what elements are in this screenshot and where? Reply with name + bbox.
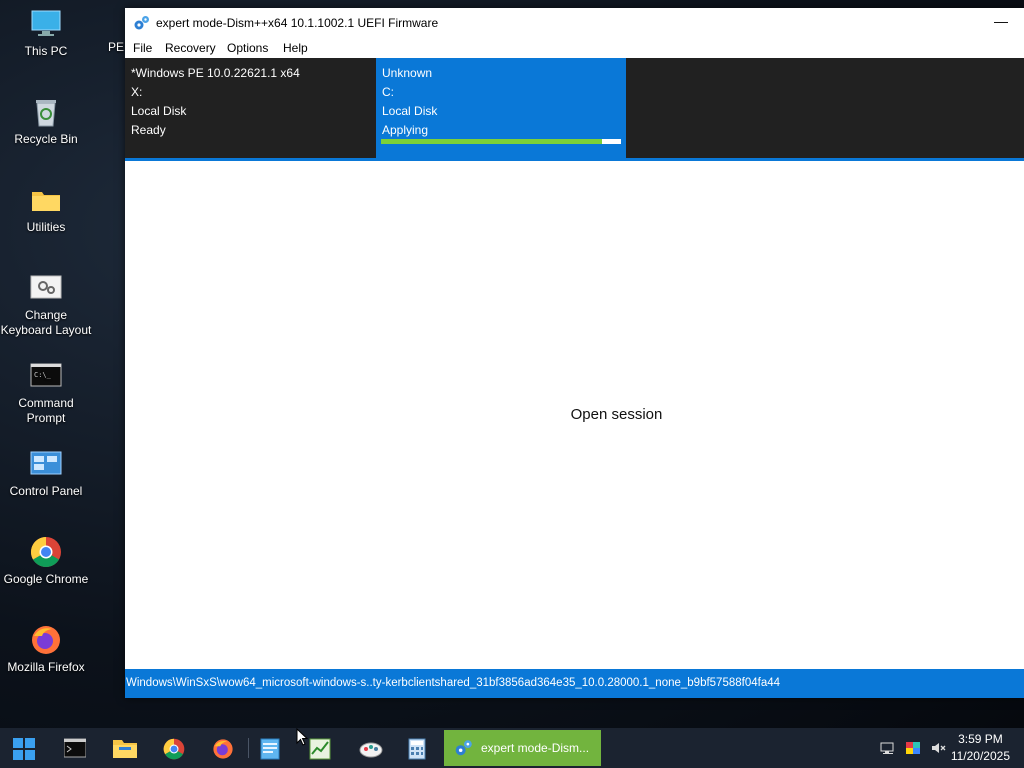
session-disk: Local Disk — [131, 104, 187, 118]
content-area: Open session — [125, 161, 1024, 669]
session-drive: X: — [131, 85, 143, 99]
task-manager-icon — [309, 738, 331, 760]
status-bar: Windows\WinSxS\wow64_microsoft-windows-s… — [125, 669, 1024, 698]
taskbar-active-dism[interactable]: expert mode-Dism... — [444, 730, 601, 766]
desktop-icon-change-keyboard-layout[interactable]: Change Keyboard Layout — [0, 272, 92, 338]
menu-bar: File Recovery Options Help — [125, 38, 1024, 58]
session-status: Applying — [382, 123, 429, 137]
desktop-icon-recycle-bin[interactable]: Recycle Bin — [0, 96, 92, 147]
folder-icon — [32, 192, 60, 211]
chrome-icon — [30, 537, 61, 568]
gears-icon — [455, 740, 472, 756]
volume-muted-icon[interactable] — [930, 740, 946, 756]
desktop-icon-label: Recycle Bin — [14, 132, 78, 146]
session-status: Ready — [131, 123, 166, 137]
taskbar-chrome[interactable] — [153, 732, 193, 764]
taskbar-command-prompt[interactable] — [54, 732, 94, 764]
paint-icon — [359, 742, 383, 758]
desktop-icon-label: Mozilla Firefox — [7, 660, 85, 674]
taskbar-firefox[interactable] — [202, 732, 242, 764]
desktop-icon-this-pc[interactable]: This PC — [0, 8, 92, 59]
start-icon — [13, 738, 35, 760]
desktop-icon-label: Control Panel — [9, 484, 83, 498]
menu-help[interactable]: Help — [283, 41, 308, 55]
calculator-icon — [408, 738, 426, 760]
taskbar-paint[interactable] — [349, 732, 389, 764]
desktop-icon-label: Google Chrome — [3, 572, 89, 586]
session-drive: C: — [382, 85, 394, 99]
desktop-icon-utilities[interactable]: Utilities — [0, 184, 92, 235]
file-explorer-icon — [113, 740, 137, 758]
desktop-icon-label: Change Keyboard Layout — [0, 308, 92, 337]
gears-icon — [134, 16, 149, 30]
menu-recovery[interactable]: Recovery — [165, 41, 216, 55]
session-disk: Local Disk — [382, 104, 438, 118]
taskbar: expert mode-Dism... 3:59 PM 11/20/2025 — [0, 728, 1024, 768]
monitor-icon — [31, 10, 61, 36]
desktop-icon-command-prompt[interactable]: C:\_ Command Prompt — [0, 360, 92, 426]
notepad-icon — [260, 738, 280, 760]
desktop-icon-google-chrome[interactable]: Google Chrome — [0, 536, 92, 587]
session-bar: *Windows PE 10.0.22621.1 x64 X: Local Di… — [125, 58, 1024, 161]
menu-file[interactable]: File — [133, 41, 152, 55]
chrome-icon — [163, 738, 185, 760]
desktop-icon-control-panel[interactable]: Control Panel — [0, 448, 92, 499]
minimize-button[interactable]: — — [978, 8, 1024, 38]
control-panel-icon — [30, 451, 62, 475]
mouse-cursor-icon — [296, 728, 308, 746]
command-prompt-icon — [64, 738, 86, 758]
clock-date: 11/20/2025 — [950, 749, 1010, 763]
dism-window: expert mode-Dism++x64 10.1.1002.1 UEFI F… — [125, 8, 1024, 698]
system-clock[interactable]: 3:59 PM 11/20/2025 — [951, 731, 1010, 765]
taskbar-separator — [248, 738, 249, 758]
display-color-icon[interactable] — [905, 740, 921, 756]
active-task-label: expert mode-Dism... — [481, 741, 590, 755]
session-name: *Windows PE 10.0.22621.1 x64 — [131, 66, 300, 80]
menu-options[interactable]: Options — [227, 41, 268, 55]
taskbar-calculator[interactable] — [398, 732, 438, 764]
desktop-icon-mozilla-firefox[interactable]: Mozilla Firefox — [0, 624, 92, 675]
taskbar-file-explorer[interactable] — [103, 732, 143, 764]
taskbar-notepad[interactable] — [250, 732, 290, 764]
session-name: Unknown — [382, 66, 433, 80]
desktop-icon-label: This PC — [24, 44, 68, 58]
command-prompt-icon: C:\_ — [30, 363, 62, 387]
start-button[interactable] — [3, 732, 43, 764]
svg-text:C:\_: C:\_ — [34, 371, 52, 379]
progress-fill — [381, 139, 602, 144]
open-session-message[interactable]: Open session — [125, 406, 1024, 423]
network-icon[interactable] — [880, 740, 896, 756]
session-tile-windows-pe[interactable]: *Windows PE 10.0.22621.1 x64 X: Local Di… — [125, 58, 375, 158]
clock-time: 3:59 PM — [958, 732, 1003, 746]
desktop-icon-label: Command Prompt — [18, 396, 74, 425]
recycle-bin-icon — [36, 100, 56, 127]
partial-desktop-label: PE — [108, 40, 125, 54]
session-tile-unknown[interactable]: Unknown C: Local Disk Applying — [376, 58, 626, 158]
firefox-icon — [213, 739, 233, 759]
apply-progress-bar — [381, 139, 621, 144]
window-title: expert mode-Dism++x64 10.1.1002.1 UEFI F… — [156, 16, 439, 30]
firefox-icon — [32, 626, 60, 654]
title-bar[interactable]: expert mode-Dism++x64 10.1.1002.1 UEFI F… — [125, 8, 1024, 38]
desktop-icon-label: Utilities — [26, 220, 66, 234]
keyboard-settings-icon — [30, 275, 62, 299]
